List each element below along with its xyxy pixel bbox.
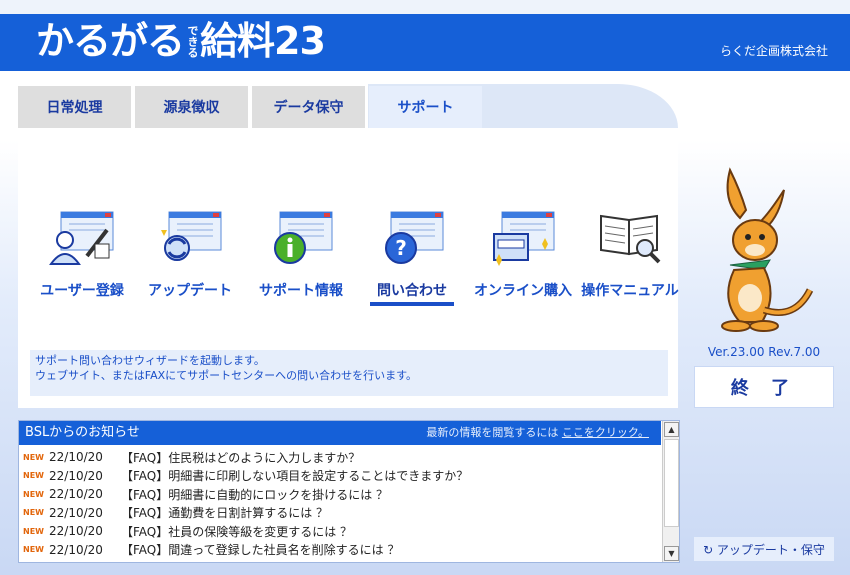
support-icon-row: ユーザー登録 アップデート サポート情報 ? 問い合わせ オンライン購入 操作マ…: [32, 208, 679, 318]
online-purchase-button[interactable]: オンライン購入: [468, 208, 578, 313]
version-text: Ver.23.00 Rev.7.00: [707, 345, 821, 359]
news-date: 22/10/20: [49, 542, 103, 557]
news-date: 22/10/20: [49, 524, 103, 539]
news-link-area: 最新の情報を閲覧するには ここをクリック。: [426, 421, 649, 445]
online-purchase-label: オンライン購入: [474, 283, 572, 299]
tab-support[interactable]: サポート: [369, 86, 482, 128]
news-title-text: 【FAQ】社員の保険等級を変更するには ？: [121, 524, 353, 539]
user-registration-button[interactable]: ユーザー登録: [32, 208, 132, 313]
news-scrollbar[interactable]: ▲ ▼: [662, 421, 679, 562]
news-title-text: 【FAQ】通勤費を日割計算するには ？: [121, 506, 329, 521]
manual-icon: [600, 214, 661, 264]
online-purchase-icon: [493, 211, 555, 266]
user-registration-icon: [49, 211, 114, 265]
news-link-prefix: 最新の情報を閲覧するには: [426, 426, 562, 439]
app-logo: かるがる できる 給料23: [36, 17, 326, 65]
new-badge: NEW: [23, 452, 44, 462]
support-info-button[interactable]: サポート情報: [246, 208, 356, 313]
svg-text:?: ?: [395, 236, 407, 260]
logo-small: できる: [186, 24, 200, 58]
new-badge: NEW: [23, 471, 44, 481]
tab-daily[interactable]: 日常処理: [18, 86, 131, 128]
new-badge: NEW: [23, 489, 44, 499]
user-registration-label: ユーザー登録: [40, 283, 124, 299]
news-date: 22/10/20: [49, 450, 103, 465]
support-panel: ユーザー登録 アップデート サポート情報 ? 問い合わせ オンライン購入 操作マ…: [18, 128, 679, 408]
scroll-down-icon[interactable]: ▼: [664, 546, 679, 561]
news-item[interactable]: NEW 22/10/20 【FAQ】社員の保険等級を変更するには ？: [19, 522, 659, 541]
app-header: かるがる できる 給料23 らくだ企画株式会社: [0, 14, 850, 71]
update-button[interactable]: アップデート: [140, 208, 240, 313]
news-item[interactable]: NEW 22/10/20 【FAQ】間違って登録した社員名を削除するには ？: [19, 541, 659, 560]
inquiry-label: 問い合わせ: [377, 283, 447, 299]
update-icon: [161, 211, 222, 261]
logo-tail: 給料23: [200, 19, 326, 63]
description-line-2: ウェブサイト、またはFAXにてサポートセンターへの問い合わせを行います。: [35, 369, 418, 382]
news-title-text: 【FAQ】明細書に自動的にロックを掛けるには ？: [121, 487, 389, 502]
news-title-text: 【FAQ】明細書に印刷しない項目を設定することはできますか？: [121, 469, 469, 484]
news-title-text: 【FAQ】住民税はどのように入力しますか？: [121, 450, 361, 465]
news-title-text: 【FAQ】間違って登録した社員名を削除するには ？: [121, 543, 400, 558]
question-icon: ?: [385, 211, 444, 264]
scroll-thumb[interactable]: [664, 439, 679, 527]
description-box: サポート問い合わせウィザードを起動します。 ウェブサイト、またはFAXにてサポー…: [30, 350, 668, 396]
new-badge: NEW: [23, 545, 44, 555]
top-strip: [0, 0, 850, 14]
scroll-up-icon[interactable]: ▲: [664, 422, 679, 437]
new-badge: NEW: [23, 526, 44, 536]
news-item[interactable]: NEW 22/10/20 【FAQ】住民税はどのように入力しますか？: [19, 448, 659, 467]
inquiry-button[interactable]: ? 問い合わせ: [362, 208, 462, 313]
new-badge: NEW: [23, 508, 44, 518]
support-info-label: サポート情報: [259, 283, 343, 299]
exit-button[interactable]: 終 了: [694, 366, 834, 408]
news-date: 22/10/20: [49, 505, 103, 520]
selected-underline: [370, 302, 454, 306]
news-list: NEW 22/10/20 【FAQ】住民税はどのように入力しますか？ NEW 2…: [19, 448, 659, 559]
description-line-1: サポート問い合わせウィザードを起動します。: [35, 354, 265, 367]
news-panel: BSLからのお知らせ 最新の情報を閲覧するには ここをクリック。 NEW 22/…: [18, 420, 680, 563]
update-label: アップデート: [148, 283, 232, 299]
news-date: 22/10/20: [49, 487, 103, 502]
kangaroo-mascot-icon: [721, 167, 814, 332]
logo-main: かるがる: [36, 19, 185, 63]
news-title: BSLからのお知らせ: [25, 425, 140, 440]
manual-button[interactable]: 操作マニュアル: [580, 208, 680, 313]
tab-data-maintenance[interactable]: データ保守: [252, 86, 365, 128]
update-maintenance-button[interactable]: ↻ アップデート・保守: [694, 537, 834, 561]
company-name: らくだ企画株式会社: [719, 44, 828, 58]
news-date: 22/10/20: [49, 468, 103, 483]
tab-withholding[interactable]: 源泉徴収: [135, 86, 248, 128]
news-item[interactable]: NEW 22/10/20 【FAQ】通勤費を日割計算するには ？: [19, 504, 659, 523]
manual-label: 操作マニュアル: [581, 283, 679, 299]
news-header: BSLからのお知らせ 最新の情報を閲覧するには ここをクリック。: [19, 421, 661, 445]
news-item[interactable]: NEW 22/10/20 【FAQ】明細書に印刷しない項目を設定することはできま…: [19, 467, 659, 486]
news-link[interactable]: ここをクリック。: [562, 426, 649, 439]
tab-bar: 日常処理 源泉徴収 データ保守 サポート: [18, 84, 678, 128]
info-icon: [274, 211, 333, 264]
news-item[interactable]: NEW 22/10/20 【FAQ】明細書に自動的にロックを掛けるには ？: [19, 485, 659, 504]
